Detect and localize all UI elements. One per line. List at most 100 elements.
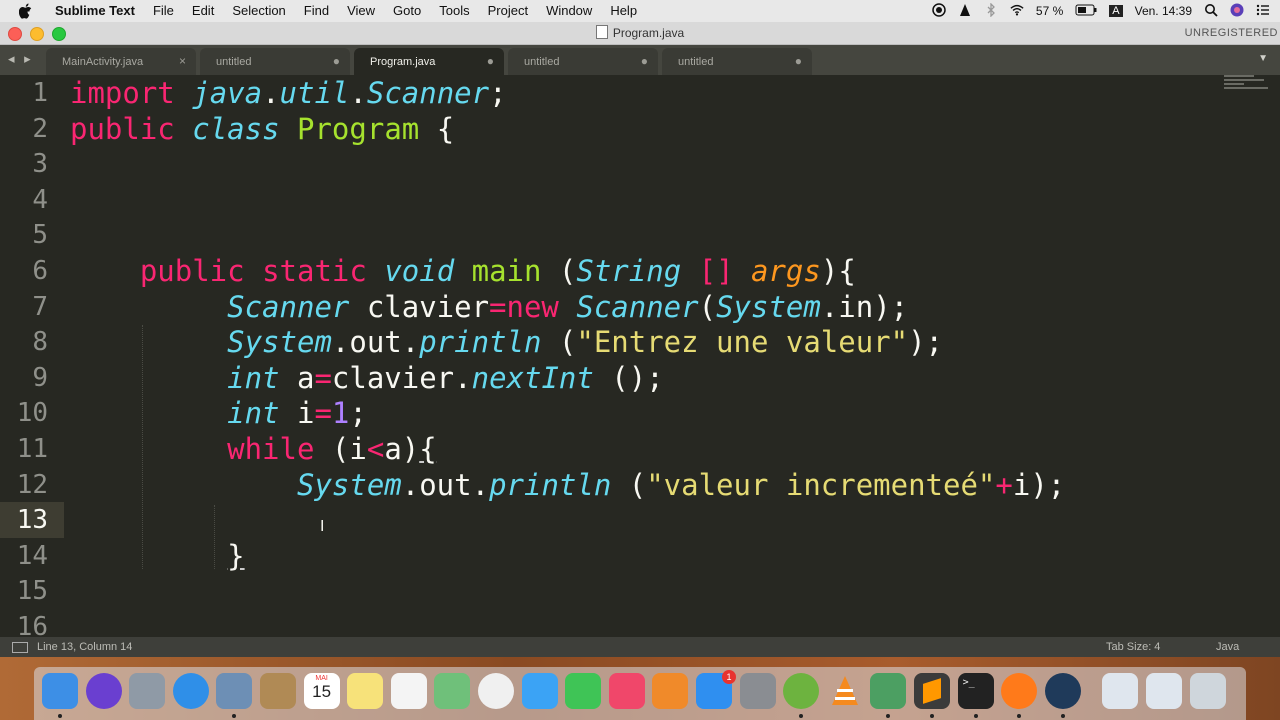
books-icon[interactable] [652, 673, 689, 709]
messages-icon[interactable] [521, 673, 558, 709]
documents-stack-icon[interactable] [1146, 673, 1182, 709]
finder-icon[interactable] [42, 673, 78, 709]
code-token: = [314, 396, 332, 431]
code-line[interactable]: } [70, 538, 244, 574]
tab-overflow-icon[interactable]: ▼ [1258, 53, 1268, 64]
menu-file[interactable]: File [144, 0, 183, 22]
code-line[interactable]: Scanner clavier=new Scanner(System.in); [70, 289, 908, 325]
notes-icon[interactable] [347, 673, 384, 709]
bluetooth-icon[interactable] [984, 2, 998, 20]
tab-untitled-1[interactable]: untitled ● [200, 48, 350, 75]
sublime-text-icon[interactable] [914, 673, 950, 709]
tab-program-java[interactable]: Program.java ● [354, 48, 504, 75]
syntax-mode[interactable]: Java [1216, 641, 1239, 653]
code-token: (i [314, 432, 367, 466]
tab-modified-icon[interactable]: ● [795, 54, 802, 68]
code-token: int [227, 360, 280, 395]
tab-size[interactable]: Tab Size: 4 [1106, 641, 1160, 653]
maps-icon[interactable] [434, 673, 471, 709]
tab-close-icon[interactable]: × [179, 54, 186, 68]
menu-edit[interactable]: Edit [183, 0, 223, 22]
tab-bar: ◂ ▸ MainActivity.java × untitled ● Progr… [0, 45, 1280, 75]
battery-icon[interactable] [1075, 4, 1097, 19]
input-source-icon[interactable]: A [1109, 5, 1123, 17]
tab-untitled-2[interactable]: untitled ● [508, 48, 658, 75]
vlc-icon[interactable] [827, 673, 863, 709]
firefox-icon[interactable] [1001, 673, 1038, 709]
battery-percent[interactable]: 57 % [1036, 4, 1063, 18]
apple-menu-icon[interactable] [18, 3, 34, 19]
code-editor[interactable]: 1 2 3 4 5 6 7 8 9 10 11 12 13 14 15 16 import java.util… [0, 75, 1280, 637]
tab-modified-icon[interactable]: ● [641, 54, 648, 68]
menu-goto[interactable]: Goto [384, 0, 430, 22]
terminal-prompt-glyph: >_ [962, 677, 975, 688]
code-token: = [314, 360, 332, 395]
spotlight-icon[interactable] [1204, 3, 1218, 20]
code-line[interactable]: int i=1; [70, 395, 367, 431]
code-line[interactable]: System.out.println ("valeur incrementeé"… [70, 467, 1065, 503]
photos-icon[interactable] [478, 673, 514, 709]
code-line[interactable]: public static void main (String [] args)… [70, 253, 856, 289]
code-token: "Entrez une valeur" [576, 325, 909, 360]
calendar-icon[interactable]: MAI 15 [303, 673, 340, 709]
menu-view[interactable]: View [338, 0, 384, 22]
music-icon[interactable] [608, 673, 645, 709]
facetime-icon[interactable] [565, 673, 602, 709]
code-token: static [262, 254, 367, 288]
system-preferences-icon[interactable] [739, 673, 776, 709]
menu-window[interactable]: Window [537, 0, 601, 22]
tab-label: Program.java [370, 56, 436, 68]
wifi-icon[interactable] [1010, 3, 1024, 20]
android-studio-icon[interactable] [870, 673, 907, 709]
tab-mainactivity[interactable]: MainActivity.java × [46, 48, 196, 75]
code-token: + [995, 467, 1013, 502]
panel-toggle-icon[interactable] [12, 642, 28, 653]
tab-untitled-3[interactable]: untitled ● [662, 48, 812, 75]
vlc-menu-icon[interactable] [958, 3, 972, 20]
clock[interactable]: Ven. 14:39 [1135, 4, 1192, 18]
siri-menu-icon[interactable] [1230, 3, 1244, 20]
spring-icon[interactable] [783, 673, 820, 709]
record-icon[interactable] [932, 2, 946, 20]
terminal-icon[interactable]: >_ [957, 673, 994, 709]
code-line[interactable]: int a=clavier.nextInt (); [70, 360, 664, 396]
indent-guide [214, 505, 215, 569]
code-token: java [192, 76, 263, 110]
launchpad-icon[interactable] [129, 673, 166, 709]
minimap[interactable] [1224, 75, 1272, 111]
tab-nav-arrows-icon[interactable]: ◂ ▸ [8, 51, 34, 67]
code-token: nextInt [471, 360, 594, 395]
safari-icon[interactable] [172, 673, 209, 709]
siri-icon[interactable] [85, 673, 122, 709]
mail-stamp-icon[interactable] [216, 673, 253, 709]
tab-modified-icon[interactable]: ● [487, 54, 494, 68]
menu-help[interactable]: Help [601, 0, 646, 22]
line-number: 13 [16, 505, 48, 536]
reminders-icon[interactable] [390, 673, 427, 709]
code-line[interactable]: System.out.println ("Entrez une valeur")… [70, 324, 943, 360]
quicktime-icon[interactable] [1044, 673, 1081, 709]
line-number: 9 [32, 362, 48, 393]
menu-app-name[interactable]: Sublime Text [46, 0, 144, 22]
code-line[interactable]: public class Program { [70, 111, 454, 147]
tab-modified-icon[interactable]: ● [333, 54, 340, 68]
menu-tools[interactable]: Tools [430, 0, 478, 22]
notification-center-icon[interactable] [1256, 3, 1270, 20]
code-line[interactable]: import java.util.Scanner; [70, 75, 507, 111]
code-line[interactable]: while (i<a){ [70, 431, 437, 467]
menu-project[interactable]: Project [479, 0, 537, 22]
menu-find[interactable]: Find [295, 0, 338, 22]
menu-selection[interactable]: Selection [223, 0, 294, 22]
downloads-stack-icon[interactable] [1102, 673, 1139, 709]
calendar-month: MAI [315, 675, 328, 682]
trash-icon[interactable] [1189, 673, 1226, 709]
status-bar: Line 13, Column 14 Tab Size: 4 Java [0, 637, 1280, 657]
code-token: new [506, 289, 559, 324]
code-token: . [262, 76, 280, 110]
window-title: Program.java [0, 22, 1280, 44]
contacts-icon[interactable] [260, 673, 296, 709]
